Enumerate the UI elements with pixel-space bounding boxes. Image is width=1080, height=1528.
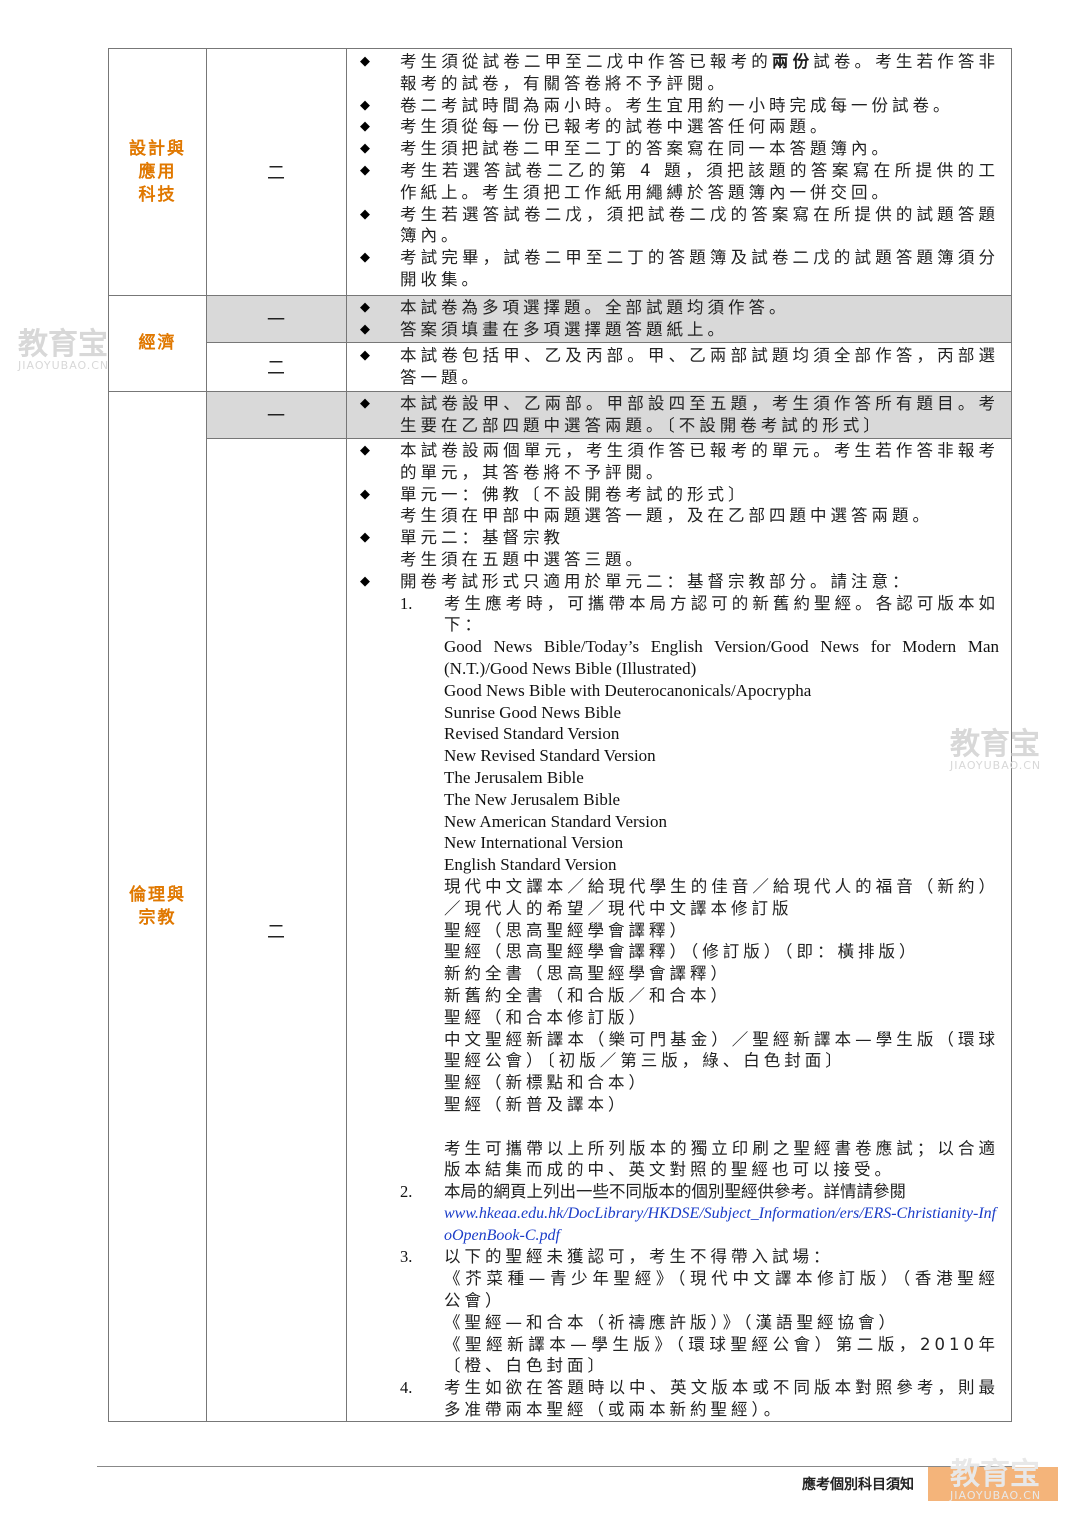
list-item: ◆ 開卷考試形式只適用於單元二：基督宗教部分。請注意： 1. 考生應考時，可攜帶本… [360,571,999,1420]
footer-rule [97,1466,1014,1467]
subject-table: 設計與 應用 科技 二 ◆ 考生須從試卷二甲至二戊中作答已報考的兩份試卷。考生若作… [108,48,1012,1422]
list-item: ◆ 本試卷為多項選擇題。全部試題均須作答。 [360,298,790,317]
list-item: ◆ 本試卷包括甲、乙及丙部。甲、乙兩部試題均須全部作答，丙部選答一題。 [360,346,999,387]
bible-en: The New Jerusalem Bible [444,789,621,809]
design-instructions: ◆ 考生須從試卷二甲至二戊中作答已報考的兩份試卷。考生若作答非報考的試卷，有關答卷… [346,51,1011,291]
numbered-item: 4. 考生如欲在答題時以中、英文版本或不同版本對照參考，則最多准帶兩本聖經（或兩… [400,1378,999,1420]
unapproved-bible: 《芥菜種—青少年聖經》（現代中文譯本修訂版）（香港聖經公會） [444,1269,999,1311]
unapproved-bible: 《聖經—和合本（祈禱應許版）》（漢語聖經協會） [444,1312,899,1332]
bible-zh: 聖經（新普及譯本） [444,1094,629,1114]
bible-zh: 聖經（和合本修訂版） [444,1007,649,1027]
econ-paper2-instructions: ◆ 本試卷包括甲、乙及丙部。甲、乙兩部試題均須全部作答，丙部選答一題。 [346,345,1011,389]
bible-en: Sunrise Good News Bible [444,702,622,722]
paper-number: 二 [267,163,285,184]
watermark-logo: 教育宝 JIAOYUBAO.CN [950,727,1042,772]
list-item: ◆ 答案須填畫在多項選擇題答題紙上。 [360,319,728,339]
subject-economics: 經濟 [138,332,177,353]
instruction-text: 考生須從試卷二甲至二戊中作答已報考的兩份試卷。考生若作答非報考的試卷，有關答卷將… [400,52,1000,93]
bible-en: New International Version [444,833,624,853]
list-item: ◆ 考試完畢，試卷二甲至二丁的答題簿及試卷二戊的試題答題簿須分開收集。 [360,248,999,289]
bible-zh: 新舊約全書（和合版／和合本） [444,985,731,1005]
list-item: ◆ 考生須把試卷二甲至二丁的答案寫在同一本答題簿內。 [360,139,892,159]
subject-ethics-religion: 倫理與 宗教 [129,885,186,928]
bible-zh: 新約全書（思高聖經學會譯釋） [444,964,731,984]
list-item: ◆ 考生須從試卷二甲至二戊中作答已報考的兩份試卷。考生若作答非報考的試卷，有關答卷… [360,52,1000,93]
ethics-paper1-instructions: ◆ 本試卷設甲、乙兩部。甲部設四至五題，考生須作答所有題目。考生要在乙部四題中選答… [346,393,1011,437]
paper-number: 二 [267,921,285,943]
list-item: ◆ 考生若選答試卷二乙的第 4 題，須把該題的答案寫在所提供的工作紙上。考生須把工… [360,160,999,202]
bible-zh: 現代中文譯本／給現代學生的佳音／給現代人的福音（新約）／現代人的希望／現代中文譯… [444,876,999,918]
bible-en: English Standard Version [444,855,617,875]
numbered-item: 3. 以下的聖經未獲認可，考生不得帶入試場： 《芥菜種—青少年聖經》（現代中文譯… [400,1247,999,1376]
bible-en: Good News Bible with Deuterocanonicals/A… [444,680,812,700]
unapproved-bible: 《聖經新譯本—學生版》（環球聖經公會）第二版，2010年〔橙、白色封面〕 [444,1334,999,1376]
numbered-item: 1. 考生應考時，可攜帶本局方認可的新舊約聖經。各認可版本如下： Good Ne… [400,593,999,1180]
list-item: ◆ 單元一：佛教〔不設開卷考試的形式〕 考生須在甲部中兩題選答一題，及在乙部四題中… [360,484,933,526]
bible-en: Good News Bible/Today’s English Version/… [444,637,999,678]
bible-en: New Revised Standard Version [444,746,656,766]
ethics-paper2-instructions: ◆ 本試卷設兩個單元，考生須作答已報考的單元。考生若作答非報考的單元，其答卷將不予… [346,440,1011,1421]
numbered-item: 2. 本局的網頁上列出一些不同版本的個別聖經供參考。詳情請參閱 www.hkea… [400,1181,999,1246]
subject-design: 設計與 應用 科技 [129,138,186,205]
paper-number: 一 [267,309,285,331]
list-item: ◆ 考生若選答試卷二戊，須把試卷二戊的答案寫在所提供的試題答題簿內。 [360,204,999,246]
bible-en: Revised Standard Version [444,724,620,744]
list-item: ◆ 考生須從每一份已報考的試卷中選答任何兩題。 [360,117,831,137]
econ-paper1-instructions: ◆ 本試卷為多項選擇題。全部試題均須作答。 ◆ 答案須填畫在多項選擇題答題紙上。 [346,297,1011,341]
bible-zh: 聖經（思高聖經學會譯釋） [444,920,690,940]
bible-zh: 聖經（新標點和合本） [444,1073,649,1093]
bible-zh: 聖經（思高聖經學會譯釋）（修訂版）（即：橫排版） [444,942,920,962]
paper-number: 二 [267,357,285,379]
bible-zh: 中文聖經新譯本（樂可門基金）／聖經新譯本—學生版（環球聖經公會）〔初版／第三版，… [444,1029,999,1071]
watermark-logo: 教育宝 JIAOYUBAO.CN [18,327,110,372]
info-link[interactable]: www.hkeaa.edu.hk/DocLibrary/HKDSE/Subjec… [444,1203,999,1247]
list-item: ◆ 本試卷設兩個單元，考生須作答已報考的單元。考生若作答非報考的單元，其答卷將不予… [360,441,999,482]
watermark-logo: 教育宝 JIAOYUBAO.CN [950,1457,1042,1502]
footer-title: 應考個別科目須知 [802,1477,914,1493]
paper-number: 一 [267,405,285,427]
bible-en: New American Standard Version [444,811,667,831]
list-item: ◆ 卷二考試時間為兩小時。考生宜用約一小時完成每一份試卷。 [360,95,954,115]
list-item: ◆ 本試卷設甲、乙兩部。甲部設四至五題，考生須作答所有題目。考生要在乙部四題中選答… [360,394,999,435]
bible-en: The Jerusalem Bible [444,767,584,787]
note-text: 考生可攜帶以上所列版本的獨立印刷之聖經書卷應試；以合適版本結集而成的中、英文對照… [444,1138,999,1180]
list-item: ◆ 單元二：基督宗教 考生須在五題中選答三題。 [360,528,646,569]
